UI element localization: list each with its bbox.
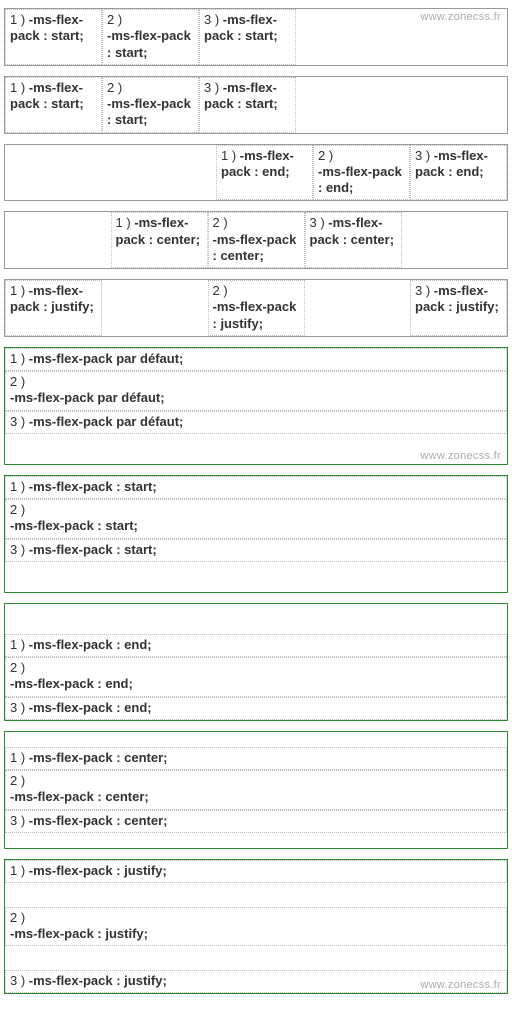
cell-2: 2 )-ms-flex-pack : start; — [5, 499, 507, 539]
watermark: www.zonecss.fr — [420, 11, 501, 23]
cell-1: 1 ) -ms-flex-pack : center; — [111, 212, 208, 268]
cell-2: 2 )-ms-flex-pack : end; — [5, 657, 507, 697]
col-flexpack-justify: www.zonecss.fr 1 ) -ms-flex-pack : justi… — [4, 859, 508, 994]
row-flexpack-justify: 1 ) -ms-flex-pack : justify; 2 )-ms-flex… — [4, 279, 508, 337]
cell-1: 1 ) -ms-flex-pack : start; — [5, 77, 102, 133]
cell-3: 3 ) -ms-flex-pack : end; — [5, 697, 507, 720]
cell-1: 1 ) -ms-flex-pack : justify; — [5, 860, 507, 883]
cell-3: 3 ) -ms-flex-pack : justify; — [5, 970, 507, 993]
cell-3: 3 ) -ms-flex-pack : center; — [5, 810, 507, 833]
cell-3: 3 ) -ms-flex-pack : center; — [305, 212, 402, 268]
cell-1: 1 ) -ms-flex-pack par défaut; — [5, 348, 507, 371]
cell-3: 3 ) -ms-flex-pack : start; — [199, 9, 296, 65]
cell-2: 2 )-ms-flex-pack : center; — [208, 212, 305, 268]
cell-1: 1 ) -ms-flex-pack : end; — [5, 634, 507, 657]
row-flexpack-start: 1 ) -ms-flex-pack : start; 2 )-ms-flex-p… — [4, 76, 508, 134]
cell-3: 3 ) -ms-flex-pack : start; — [199, 77, 296, 133]
cell-1: 1 ) -ms-flex-pack : justify; — [5, 280, 102, 336]
cell-1: 1 ) -ms-flex-pack : start; — [5, 9, 102, 65]
row-flexpack-end: 1 ) -ms-flex-pack : end; 2 )-ms-flex-pac… — [4, 144, 508, 202]
cell-2: 2 )-ms-flex-pack : start; — [102, 77, 199, 133]
cell-2: 2 )-ms-flex-pack : justify; — [5, 907, 507, 947]
cell-3: 3 ) -ms-flex-pack : end; — [410, 145, 507, 201]
cell-1: 1 ) -ms-flex-pack : start; — [5, 476, 507, 499]
cell-2: 2 )-ms-flex-pack : start; — [102, 9, 199, 65]
cell-3: 3 ) -ms-flex-pack par défaut; — [5, 411, 507, 434]
cell-1: 1 ) -ms-flex-pack : end; — [216, 145, 313, 201]
watermark: www.zonecss.fr — [420, 450, 501, 462]
col-flexpack-end: 1 ) -ms-flex-pack : end; 2 )-ms-flex-pac… — [4, 603, 508, 721]
row-flexpack-default: www.zonecss.fr 1 ) -ms-flex-pack : start… — [4, 8, 508, 66]
col-flexpack-default: www.zonecss.fr 1 ) -ms-flex-pack par déf… — [4, 347, 508, 465]
cell-2: 2 )-ms-flex-pack : center; — [5, 770, 507, 810]
cell-3: 3 ) -ms-flex-pack : start; — [5, 539, 507, 562]
cell-2: 2 )-ms-flex-pack : justify; — [208, 280, 305, 336]
row-flexpack-center: 1 ) -ms-flex-pack : center; 2 )-ms-flex-… — [4, 211, 508, 269]
cell-1: 1 ) -ms-flex-pack : center; — [5, 747, 507, 770]
col-flexpack-start: 1 ) -ms-flex-pack : start; 2 )-ms-flex-p… — [4, 475, 508, 593]
cell-2: 2 )-ms-flex-pack : end; — [313, 145, 410, 201]
col-flexpack-center: 1 ) -ms-flex-pack : center; 2 )-ms-flex-… — [4, 731, 508, 849]
cell-3: 3 ) -ms-flex-pack : justify; — [410, 280, 507, 336]
cell-2: 2 )-ms-flex-pack par défaut; — [5, 371, 507, 411]
